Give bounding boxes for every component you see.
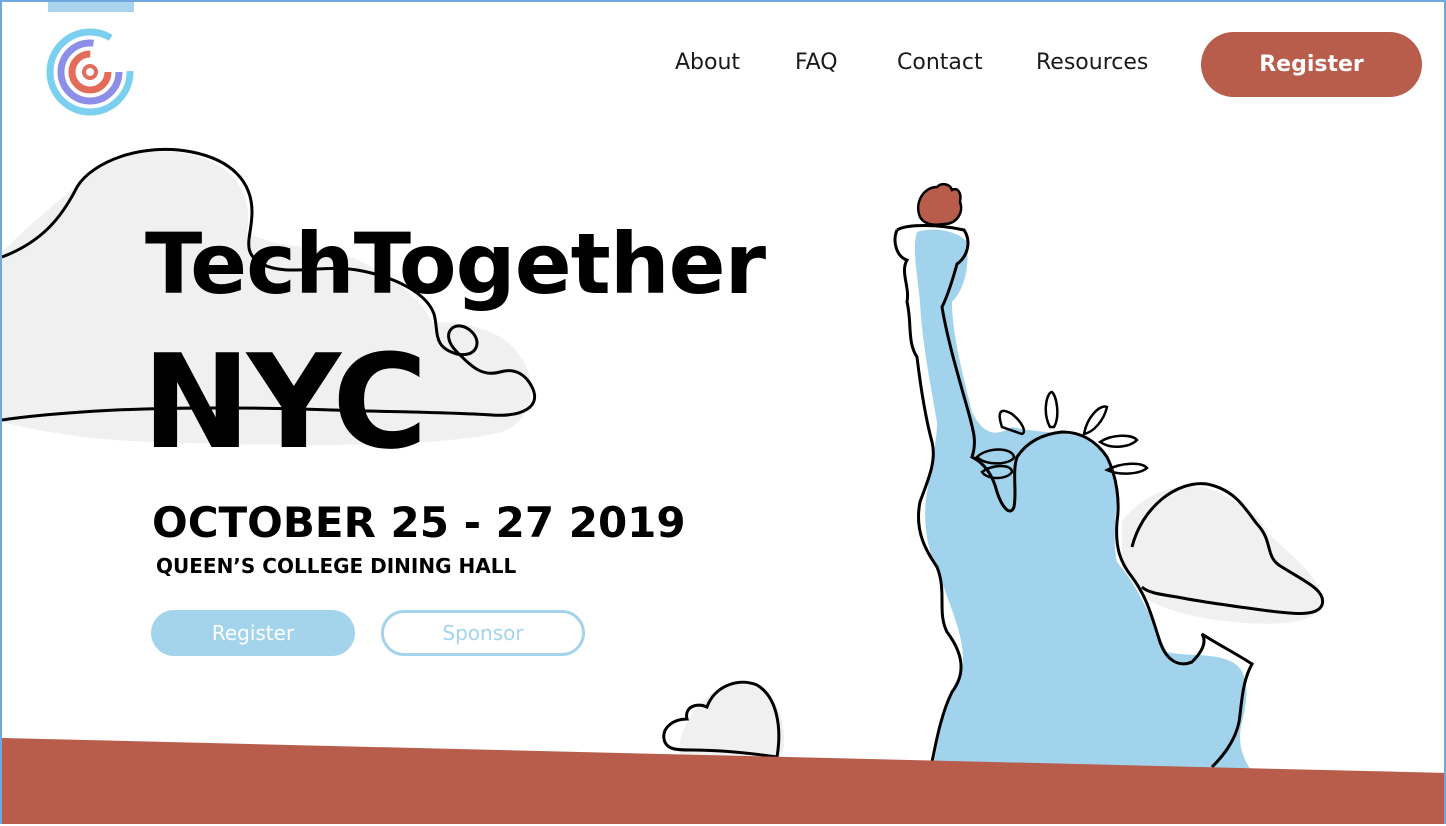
nav-link-resources[interactable]: Resources bbox=[1036, 50, 1148, 75]
hero-sponsor-button[interactable]: Sponsor bbox=[381, 610, 585, 656]
page-frame: About FAQ Contact Resources Register Tec… bbox=[0, 0, 1446, 824]
nav-link-faq[interactable]: FAQ bbox=[795, 50, 838, 75]
torch-flame bbox=[917, 182, 963, 226]
hero-register-button[interactable]: Register bbox=[151, 610, 355, 656]
nav-link-contact[interactable]: Contact bbox=[897, 50, 983, 75]
event-date: OCTOBER 25 - 27 2019 bbox=[152, 498, 686, 547]
nav-register-button[interactable]: Register bbox=[1201, 32, 1422, 97]
nav-link-about[interactable]: About bbox=[675, 50, 740, 75]
event-venue: QUEEN’S COLLEGE DINING HALL bbox=[156, 554, 517, 578]
hero-city: NYC bbox=[142, 326, 428, 478]
hero-title: TechTogether bbox=[145, 215, 766, 313]
